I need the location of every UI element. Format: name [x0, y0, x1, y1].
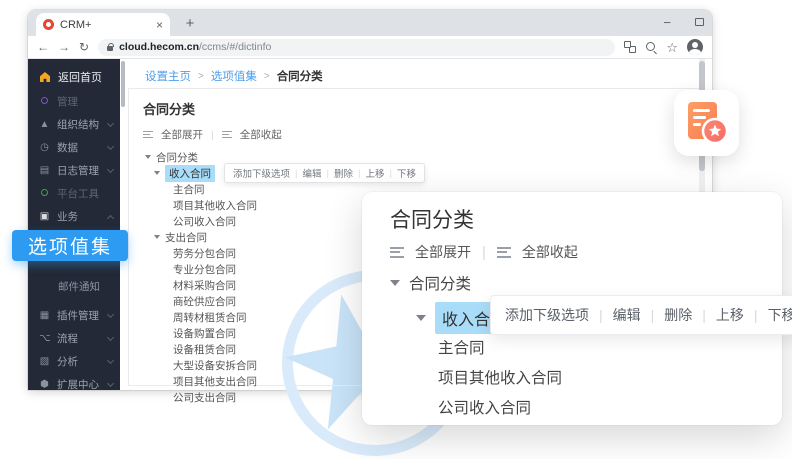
marketing-canvas: CRM+ × + − ← → ↻ cloud.hecom.cn/ccms/#/d… — [0, 0, 792, 459]
sidebar-item-plugins[interactable]: ▦ 插件管理 — [28, 304, 120, 327]
magnified-panel-title: 合同分类 — [390, 204, 474, 234]
sidebar-item-extension-center[interactable]: ⬢ 扩展中心 — [28, 373, 120, 390]
caret-down-icon[interactable] — [416, 315, 426, 321]
expand-all-button[interactable]: 全部展开 — [161, 127, 203, 142]
tree-item[interactable]: 公司收入合同 — [438, 396, 531, 418]
org-icon: ▲ — [39, 120, 50, 130]
bookmark-star-icon[interactable]: ☆ — [666, 41, 678, 54]
breadcrumb-link-settings-home[interactable]: 设置主页 — [145, 68, 191, 84]
url-text: cloud.hecom.cn/ccms/#/dictinfo — [119, 41, 271, 53]
extension-icon: ⬢ — [39, 380, 50, 390]
sidebar-item-logs[interactable]: ▤ 日志管理 — [28, 159, 120, 182]
document-star-icon — [685, 100, 729, 146]
sidebar-item-home[interactable]: 返回首页 — [28, 64, 120, 90]
chevron-down-icon — [107, 119, 114, 126]
sidebar-item-mail-notify[interactable]: 邮件通知 — [28, 275, 120, 298]
expand-all-icon — [143, 131, 153, 139]
move-up-button[interactable]: 上移 — [365, 166, 384, 180]
sidebar-item-org[interactable]: ▲ 组织结构 — [28, 113, 120, 136]
selected-node-label[interactable]: 收入合同 — [165, 165, 215, 182]
browser-tab[interactable]: CRM+ × — [36, 13, 170, 36]
tab-close-icon[interactable]: × — [156, 18, 163, 32]
breadcrumb: 设置主页 > 选项值集 > 合同分类 — [145, 68, 323, 84]
page-title: 合同分类 — [143, 99, 699, 118]
analysis-icon: ▧ — [39, 357, 50, 367]
node-action-toolbar: 添加下级选项| 编辑| 删除| 上移| 下移 — [490, 295, 792, 335]
node-action-toolbar: 添加下级选项| 编辑| 删除| 上移| 下移 — [224, 163, 425, 183]
address-bar[interactable]: cloud.hecom.cn/ccms/#/dictinfo — [98, 39, 615, 56]
lock-icon — [107, 46, 113, 51]
url-path: /ccms/#/dictinfo — [199, 41, 271, 53]
caret-down-icon[interactable] — [154, 171, 160, 175]
new-tab-button[interactable]: + — [180, 15, 200, 32]
move-down-button[interactable]: 下移 — [397, 166, 416, 180]
tab-title: CRM+ — [60, 19, 150, 31]
sidebar-item-analysis[interactable]: ▧ 分析 — [28, 350, 120, 373]
delete-button[interactable]: 删除 — [664, 305, 692, 325]
tree-item[interactable]: 主合同 — [438, 336, 485, 358]
window-minimize-button[interactable]: − — [663, 15, 671, 30]
tree-item[interactable]: 合同分类 — [390, 272, 471, 294]
option-set-callout[interactable]: 选项值集 — [12, 230, 128, 261]
collapse-all-icon — [222, 131, 232, 139]
magnified-panel: 合同分类 全部展开 | 全部收起 合同分类 收入合同 添加下级选项| 编辑| 删… — [362, 192, 782, 425]
ring-green-icon — [39, 189, 50, 199]
document-star-card — [674, 90, 739, 156]
chevron-down-icon — [107, 310, 114, 317]
collapse-all-icon — [497, 247, 511, 258]
tree-item[interactable]: 项目其他收入合同 — [438, 366, 562, 388]
reload-button[interactable]: ↻ — [79, 40, 89, 54]
sidebar: 返回首页 管理 ▲ 组织结构 ◷ 数据 ▤ 日志管 — [28, 59, 120, 390]
log-icon: ▤ — [39, 166, 50, 176]
zoom-icon[interactable] — [645, 41, 657, 53]
chevron-down-icon — [107, 165, 114, 172]
sidebar-item-admin[interactable]: 管理 — [28, 90, 120, 113]
back-button[interactable]: ← — [37, 40, 49, 54]
sidebar-item-data[interactable]: ◷ 数据 — [28, 136, 120, 159]
sidebar-scrollbar[interactable] — [121, 61, 125, 107]
url-host: cloud.hecom.cn — [119, 41, 199, 53]
ring-purple-icon — [39, 97, 50, 107]
breadcrumb-separator: > — [198, 71, 204, 82]
chevron-down-icon — [107, 142, 114, 149]
tab-strip: CRM+ × + − — [28, 10, 712, 36]
chevron-down-icon — [107, 379, 114, 386]
briefcase-icon: ▣ — [39, 212, 50, 222]
add-child-option-button[interactable]: 添加下级选项 — [233, 166, 290, 180]
browser-toolbar: ← → ↻ cloud.hecom.cn/ccms/#/dictinfo ☆ — [28, 36, 712, 59]
translate-icon[interactable] — [624, 41, 636, 53]
caret-down-icon[interactable] — [154, 235, 160, 239]
window-maximize-button[interactable] — [695, 18, 704, 26]
sidebar-item-platform-tools[interactable]: 平台工具 — [28, 182, 120, 205]
delete-button[interactable]: 删除 — [334, 166, 353, 180]
expand-all-button[interactable]: 全部展开 — [415, 242, 471, 262]
move-down-button[interactable]: 下移 — [768, 305, 792, 325]
profile-avatar[interactable] — [687, 39, 703, 55]
move-up-button[interactable]: 上移 — [716, 305, 744, 325]
tree-item-selected[interactable]: 收入合同 添加下级选项| 编辑| 删除| 上移| 下移 — [129, 165, 699, 181]
collapse-all-button[interactable]: 全部收起 — [522, 242, 578, 262]
clock-icon: ◷ — [39, 143, 50, 153]
home-icon — [39, 71, 51, 83]
chevron-down-icon — [107, 333, 114, 340]
chevron-up-icon — [107, 214, 114, 221]
chevron-down-icon — [107, 356, 114, 363]
add-child-option-button[interactable]: 添加下级选项 — [505, 305, 589, 325]
breadcrumb-separator: > — [264, 71, 270, 82]
forward-button[interactable]: → — [58, 40, 70, 54]
breadcrumb-current: 合同分类 — [277, 68, 323, 84]
edit-button[interactable]: 编辑 — [613, 305, 641, 325]
crm-logo-icon — [43, 19, 54, 30]
plugin-icon: ▦ — [39, 311, 50, 321]
sidebar-item-business[interactable]: ▣ 业务 — [28, 205, 120, 228]
breadcrumb-link-option-sets[interactable]: 选项值集 — [211, 68, 257, 84]
caret-down-icon[interactable] — [390, 280, 400, 286]
edit-button[interactable]: 编辑 — [302, 166, 321, 180]
workflow-icon: ⌥ — [39, 334, 50, 344]
caret-down-icon[interactable] — [145, 155, 151, 159]
sidebar-item-workflow[interactable]: ⌥ 流程 — [28, 327, 120, 350]
expand-all-icon — [390, 247, 404, 258]
collapse-all-button[interactable]: 全部收起 — [240, 127, 282, 142]
